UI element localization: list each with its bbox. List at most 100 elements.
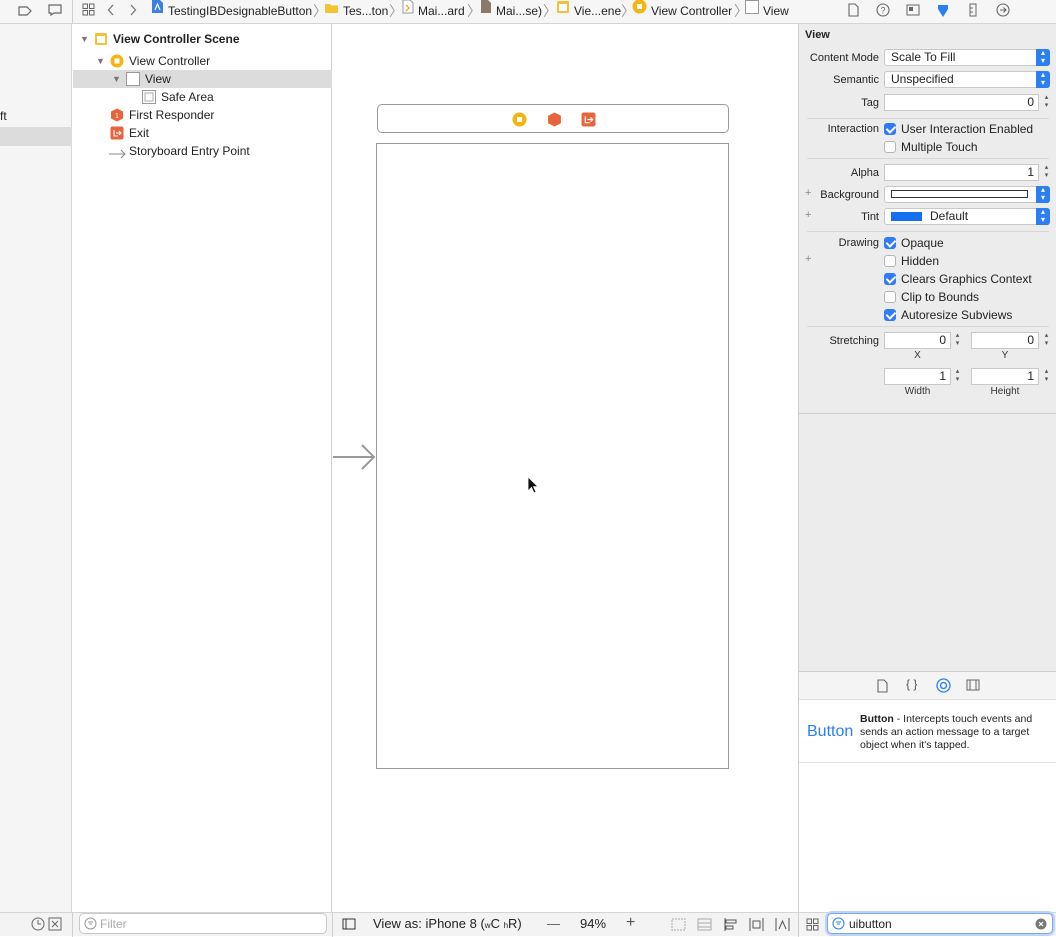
grid-icon[interactable] (79, 3, 97, 21)
library-search-field[interactable]: uibutton (827, 913, 1053, 934)
toggle-outline-icon[interactable] (342, 918, 356, 933)
align-icon[interactable] (723, 918, 738, 934)
storyboard-file-icon (402, 0, 414, 22)
iphone-view-frame[interactable] (376, 143, 729, 769)
semantic-popup[interactable]: Unspecified ▴ ▾ (884, 71, 1050, 88)
breadcrumb-scene[interactable]: Vie...ene (556, 0, 621, 24)
alpha-stepper[interactable]: ▴ ▾ (1042, 164, 1051, 181)
zoom-level[interactable]: 94% (580, 916, 606, 931)
exit-icon[interactable] (581, 112, 596, 130)
view-controller-icon[interactable] (512, 112, 527, 130)
outline-row-entry-point[interactable]: Storyboard Entry Point (73, 142, 332, 160)
exit-icon (110, 126, 124, 140)
stretch-x-stepper[interactable]: ▴ ▾ (953, 332, 962, 349)
connections-inspector-icon[interactable] (994, 3, 1012, 21)
hidden-checkbox[interactable] (884, 255, 896, 267)
opaque-checkbox[interactable] (884, 237, 896, 249)
divider (807, 326, 1049, 327)
scene-icon (94, 32, 108, 46)
clip-bounds-checkbox[interactable] (884, 291, 896, 303)
file-template-icon[interactable] (877, 679, 888, 696)
help-inspector-icon[interactable]: ? (874, 3, 892, 21)
add-constraints-icon[interactable] (749, 918, 764, 934)
scene-dock[interactable] (377, 104, 729, 133)
recent-clock-icon[interactable] (31, 917, 45, 934)
breadcrumb-storyboard[interactable]: Mai...ard (402, 0, 465, 24)
breadcrumb-project[interactable]: TestingIBDesignableButton (151, 0, 312, 24)
outline-row-first-responder[interactable]: 1 First Responder (73, 106, 332, 124)
attributes-inspector: View Content Mode Scale To Fill ▴ ▾ Seman… (798, 24, 1056, 912)
zoom-out-button[interactable]: — (547, 916, 560, 931)
file-inspector-icon[interactable] (844, 3, 862, 21)
breadcrumb-controller[interactable]: View Controller (632, 0, 732, 24)
update-frames-icon[interactable] (671, 918, 686, 934)
breadcrumb-base[interactable]: Mai...se) (480, 0, 542, 24)
tint-swatch (891, 212, 922, 221)
disclosure-open-icon[interactable]: ▼ (112, 70, 121, 88)
object-library: { } Button Button - Intercepts touch eve… (799, 671, 1056, 912)
entry-arrow-icon (109, 146, 126, 160)
breadcrumb-group[interactable]: Tes...ton (324, 0, 388, 24)
interaction-label: Interaction (827, 123, 879, 135)
first-responder-icon[interactable] (547, 112, 562, 130)
stretch-height-stepper[interactable]: ▴ ▾ (1042, 368, 1051, 385)
forward-icon[interactable] (124, 3, 142, 21)
comment-icon[interactable] (46, 3, 64, 21)
outline-row-scene[interactable]: ▼ View Controller Scene (73, 30, 332, 48)
entry-point-arrow-icon[interactable] (333, 443, 377, 474)
outline-row-exit[interactable]: Exit (73, 124, 332, 142)
outline-safe-area-label: Safe Area (161, 90, 214, 104)
tag-icon[interactable] (16, 3, 34, 21)
multiple-touch-checkbox[interactable] (884, 141, 896, 153)
disclosure-open-icon[interactable]: ▼ (96, 52, 105, 70)
stretch-width-stepper[interactable]: ▴ ▾ (953, 368, 962, 385)
content-mode-popup[interactable]: Scale To Fill ▴ ▾ (884, 49, 1050, 66)
popup-arrows-icon: ▴ ▾ (1036, 49, 1050, 66)
navigator-selected-row[interactable] (0, 127, 72, 146)
outline-controller-label: View Controller (129, 54, 211, 68)
tint-color-popup[interactable]: Default ▴ ▾ (884, 208, 1050, 225)
mouse-cursor-icon (527, 476, 539, 497)
media-library-icon[interactable] (966, 679, 980, 694)
object-library-icon[interactable] (936, 678, 951, 696)
drawing-label: Drawing (838, 237, 879, 249)
outline-row-controller[interactable]: ▼ View Controller (73, 52, 332, 70)
outline-filter-field[interactable]: Filter (79, 913, 327, 934)
divider (807, 158, 1049, 159)
navigator-partial-text: ft (0, 109, 7, 123)
code-snippet-icon[interactable]: { } (906, 677, 917, 691)
identity-inspector-icon[interactable] (904, 3, 922, 21)
clear-search-icon[interactable] (1035, 918, 1047, 933)
add-variation-hidden-icon[interactable]: + (805, 253, 811, 265)
tag-stepper[interactable]: ▴ ▾ (1042, 94, 1051, 111)
library-item-button[interactable]: Button Button - Intercepts touch events … (799, 701, 1056, 763)
breadcrumb-view[interactable]: View (745, 0, 789, 24)
background-swatch (891, 190, 1028, 198)
outline-row-safe-area[interactable]: Safe Area (73, 88, 332, 106)
filter-scope-icon[interactable] (48, 917, 62, 934)
stretch-y-field[interactable]: 0 (971, 332, 1039, 349)
attributes-inspector-icon[interactable] (934, 3, 952, 21)
autoresize-checkbox[interactable] (884, 309, 896, 321)
resolve-issues-icon[interactable] (775, 918, 790, 934)
back-icon[interactable] (102, 3, 120, 21)
stretch-x-field[interactable]: 0 (884, 332, 951, 349)
tag-field[interactable]: 0 (884, 94, 1039, 111)
alpha-field[interactable]: 1 (884, 164, 1039, 181)
zoom-in-button[interactable]: + (626, 914, 635, 932)
stretch-height-field[interactable]: 1 (971, 368, 1039, 385)
stretch-width-field[interactable]: 1 (884, 368, 951, 385)
storyboard-canvas[interactable] (333, 24, 798, 912)
clears-graphics-checkbox[interactable] (884, 273, 896, 285)
view-as-device-button[interactable]: View as: iPhone 8 (wC hR) (373, 916, 522, 931)
outline-row-view[interactable]: ▼ View (73, 70, 332, 88)
background-color-popup[interactable]: ▴ ▾ (884, 186, 1050, 203)
bottom-bar: Filter View as: iPhone 8 (wC hR) — 94% +… (0, 912, 1056, 937)
divider (807, 231, 1049, 232)
stretch-y-stepper[interactable]: ▴ ▾ (1042, 332, 1051, 349)
embed-in-stack-icon[interactable] (697, 918, 712, 934)
disclosure-open-icon[interactable]: ▼ (80, 30, 89, 48)
grid-view-icon[interactable] (806, 918, 819, 934)
user-interaction-checkbox[interactable] (884, 123, 896, 135)
size-inspector-icon[interactable] (964, 3, 982, 21)
